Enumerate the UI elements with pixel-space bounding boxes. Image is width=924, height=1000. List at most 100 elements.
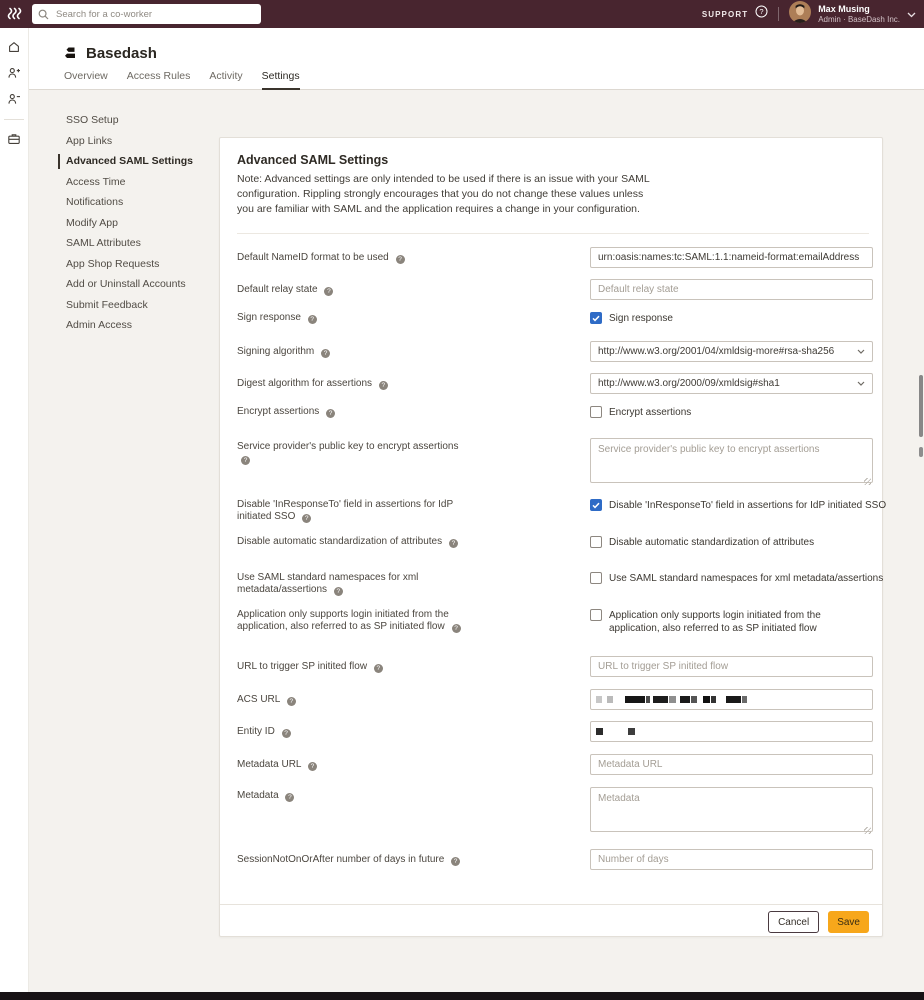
acs-url-input-redacted[interactable] bbox=[590, 689, 873, 710]
redaction-block bbox=[607, 696, 613, 703]
disable-standardization-checkbox-label[interactable]: Disable automatic standardization of att… bbox=[609, 537, 814, 550]
add-user-icon[interactable] bbox=[7, 66, 21, 80]
info-icon[interactable]: ? bbox=[379, 381, 388, 390]
tab-activity[interactable]: Activity bbox=[209, 70, 242, 90]
sidebar-item-access-time[interactable]: Access Time bbox=[66, 172, 216, 193]
saml-namespaces-checkbox[interactable] bbox=[590, 572, 602, 584]
relay-state-input[interactable] bbox=[590, 279, 873, 300]
redaction-block bbox=[625, 696, 645, 703]
info-icon[interactable]: ? bbox=[324, 287, 333, 296]
acs-url-label: ACS URL ? bbox=[237, 694, 469, 706]
sp-trigger-url-label: URL to trigger SP initited flow ? bbox=[237, 661, 469, 673]
rippling-logo-icon[interactable] bbox=[7, 6, 23, 27]
signing-algorithm-selected-value: http://www.w3.org/2001/04/xmldsig-more#r… bbox=[598, 346, 834, 357]
user-menu[interactable]: Max Musing Admin · BaseDash Inc. bbox=[818, 4, 900, 25]
redaction-block bbox=[703, 696, 710, 703]
info-icon[interactable]: ? bbox=[326, 409, 335, 418]
info-icon[interactable]: ? bbox=[321, 349, 330, 358]
info-icon[interactable]: ? bbox=[287, 697, 296, 706]
help-icon[interactable]: ? bbox=[755, 5, 768, 23]
info-icon[interactable]: ? bbox=[302, 514, 311, 523]
redaction-block bbox=[691, 696, 697, 703]
encrypt-assertions-checkbox[interactable] bbox=[590, 406, 602, 418]
basedash-logo-icon bbox=[64, 46, 78, 65]
info-icon[interactable]: ? bbox=[451, 857, 460, 866]
saml-namespaces-checkbox-label[interactable]: Use SAML standard namespaces for xml met… bbox=[609, 573, 883, 586]
info-icon[interactable]: ? bbox=[308, 762, 317, 771]
info-icon[interactable]: ? bbox=[241, 456, 250, 465]
sp-initiated-only-checkbox-label[interactable]: Application only supports login initiate… bbox=[609, 610, 873, 635]
nameid-format-input[interactable] bbox=[590, 247, 873, 268]
entity-id-label: Entity ID ? bbox=[237, 726, 469, 738]
sp-trigger-url-input[interactable] bbox=[590, 656, 873, 677]
user-name: Max Musing bbox=[818, 4, 900, 15]
metadata-url-input[interactable] bbox=[590, 754, 873, 775]
redaction-block bbox=[596, 696, 602, 703]
info-icon[interactable]: ? bbox=[308, 315, 317, 324]
resize-handle[interactable] bbox=[864, 478, 871, 485]
left-nav-rail bbox=[0, 28, 29, 992]
search-input[interactable] bbox=[54, 8, 255, 21]
sign-response-checkbox-label[interactable]: Sign response bbox=[609, 313, 673, 326]
sidebar-item-admin-access[interactable]: Admin Access bbox=[66, 315, 216, 336]
encrypt-assertions-checkbox-label[interactable]: Encrypt assertions bbox=[609, 407, 691, 420]
info-icon[interactable]: ? bbox=[334, 587, 343, 596]
metadata-textarea[interactable] bbox=[590, 787, 873, 832]
support-link[interactable]: SUPPORT bbox=[702, 10, 748, 19]
disable-inresponseto-checkbox-label[interactable]: Disable 'InResponseTo' field in assertio… bbox=[609, 500, 886, 513]
scrollbar-thumb[interactable] bbox=[919, 375, 923, 437]
app-window: SUPPORT ? Max Musing Admin · BaseDash In… bbox=[0, 0, 924, 1000]
sidebar-item-add-or-uninstall-accounts[interactable]: Add or Uninstall Accounts bbox=[66, 274, 216, 295]
settings-side-menu: SSO SetupApp LinksAdvanced SAML Settings… bbox=[66, 110, 216, 336]
disable-inresponseto-checkbox[interactable] bbox=[590, 499, 602, 511]
info-icon[interactable]: ? bbox=[396, 255, 405, 264]
disable-standardization-checkbox[interactable] bbox=[590, 536, 602, 548]
rail-divider bbox=[4, 119, 24, 120]
info-icon[interactable]: ? bbox=[285, 793, 294, 802]
scrollbar-thumb-fragment[interactable] bbox=[919, 447, 923, 457]
topbar: SUPPORT ? Max Musing Admin · BaseDash In… bbox=[0, 0, 924, 28]
sidebar-item-modify-app[interactable]: Modify App bbox=[66, 213, 216, 234]
sidebar-item-app-links[interactable]: App Links bbox=[66, 131, 216, 152]
redaction-block bbox=[669, 696, 676, 703]
entity-id-input-redacted[interactable] bbox=[590, 721, 873, 742]
avatar[interactable] bbox=[789, 1, 811, 28]
chevron-down-icon[interactable] bbox=[907, 5, 916, 23]
digest-algorithm-select[interactable]: http://www.w3.org/2000/09/xmldsig#sha1 bbox=[590, 373, 873, 394]
sidebar-item-submit-feedback[interactable]: Submit Feedback bbox=[66, 295, 216, 316]
sidebar-item-sso-setup[interactable]: SSO Setup bbox=[66, 110, 216, 131]
info-icon[interactable]: ? bbox=[374, 664, 383, 673]
session-days-input[interactable] bbox=[590, 849, 873, 870]
digest-algorithm-label: Digest algorithm for assertions ? bbox=[237, 378, 469, 390]
redaction-block bbox=[646, 696, 650, 703]
sidebar-item-app-shop-requests[interactable]: App Shop Requests bbox=[66, 254, 216, 275]
cancel-button[interactable]: Cancel bbox=[768, 911, 819, 933]
svg-text:?: ? bbox=[760, 7, 764, 16]
sidebar-item-saml-attributes[interactable]: SAML Attributes bbox=[66, 233, 216, 254]
redaction-block bbox=[726, 696, 741, 703]
briefcase-icon[interactable] bbox=[7, 132, 21, 146]
redaction-block bbox=[742, 696, 747, 703]
resize-handle[interactable] bbox=[864, 827, 871, 834]
session-days-label: SessionNotOnOrAfter number of days in fu… bbox=[237, 854, 469, 866]
sign-response-label: Sign response ? bbox=[237, 312, 469, 324]
info-icon[interactable]: ? bbox=[449, 539, 458, 548]
panel-note: Note: Advanced settings are only intende… bbox=[237, 172, 661, 217]
remove-user-icon[interactable] bbox=[7, 92, 21, 106]
sidebar-item-notifications[interactable]: Notifications bbox=[66, 192, 216, 213]
info-icon[interactable]: ? bbox=[452, 624, 461, 633]
sign-response-checkbox[interactable] bbox=[590, 312, 602, 324]
tab-access-rules[interactable]: Access Rules bbox=[127, 70, 191, 90]
tab-settings[interactable]: Settings bbox=[262, 70, 300, 90]
sp-public-key-textarea[interactable] bbox=[590, 438, 873, 483]
saml-namespaces-label: Use SAML standard namespaces for xml met… bbox=[237, 572, 469, 596]
save-button[interactable]: Save bbox=[828, 911, 869, 933]
sp-initiated-only-checkbox[interactable] bbox=[590, 609, 602, 621]
disable-inresponseto-label: Disable 'InResponseTo' field in assertio… bbox=[237, 499, 469, 523]
sidebar-item-advanced-saml-settings[interactable]: Advanced SAML Settings bbox=[66, 151, 216, 172]
signing-algorithm-select[interactable]: http://www.w3.org/2001/04/xmldsig-more#r… bbox=[590, 341, 873, 362]
info-icon[interactable]: ? bbox=[282, 729, 291, 738]
sp-initiated-only-label: Application only supports login initiate… bbox=[237, 609, 469, 633]
tab-overview[interactable]: Overview bbox=[64, 70, 108, 90]
home-icon[interactable] bbox=[7, 40, 21, 54]
